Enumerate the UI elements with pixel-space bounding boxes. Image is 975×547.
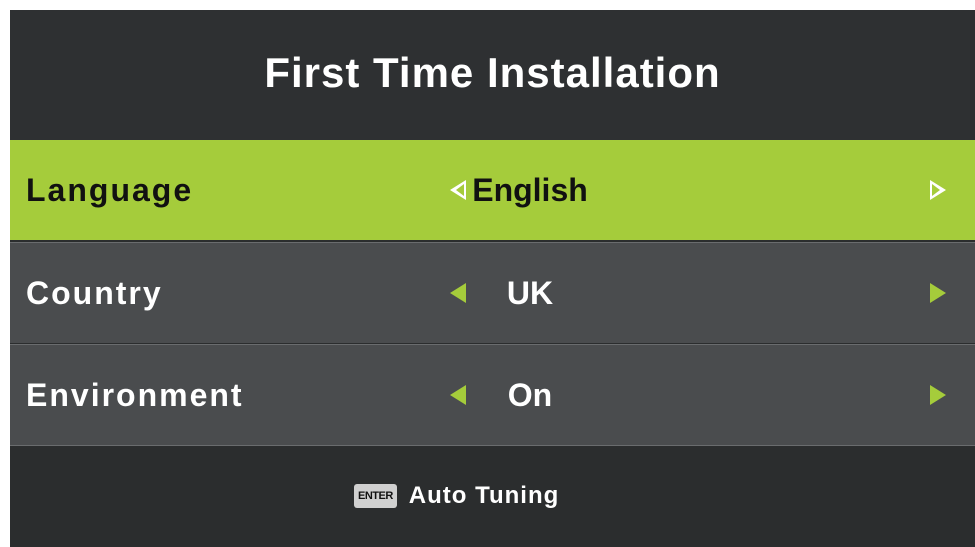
- setting-label: Language: [26, 172, 194, 208]
- setting-row-environment[interactable]: Environment On: [10, 344, 975, 445]
- installation-menu: First Time Installation Language English…: [10, 10, 975, 547]
- setting-value: English: [472, 172, 588, 208]
- right-arrow-icon[interactable]: [930, 385, 946, 405]
- setting-row-country[interactable]: Country UK: [10, 242, 975, 343]
- footer-hint-bar: ENTER Auto Tuning: [10, 445, 975, 547]
- setting-value: UK: [506, 275, 554, 311]
- footer-hint[interactable]: ENTER Auto Tuning: [354, 481, 559, 511]
- setting-label: Environment: [26, 377, 244, 413]
- auto-tuning-label: Auto Tuning: [408, 482, 560, 509]
- menu-title: First Time Installation: [10, 10, 975, 140]
- enter-key-icon: ENTER: [354, 484, 397, 508]
- setting-label: Country: [26, 275, 163, 311]
- right-arrow-inner-icon: [932, 184, 940, 196]
- right-arrow-icon[interactable]: [930, 283, 946, 303]
- setting-row-language[interactable]: Language English: [10, 140, 975, 240]
- setting-value: On: [507, 377, 553, 413]
